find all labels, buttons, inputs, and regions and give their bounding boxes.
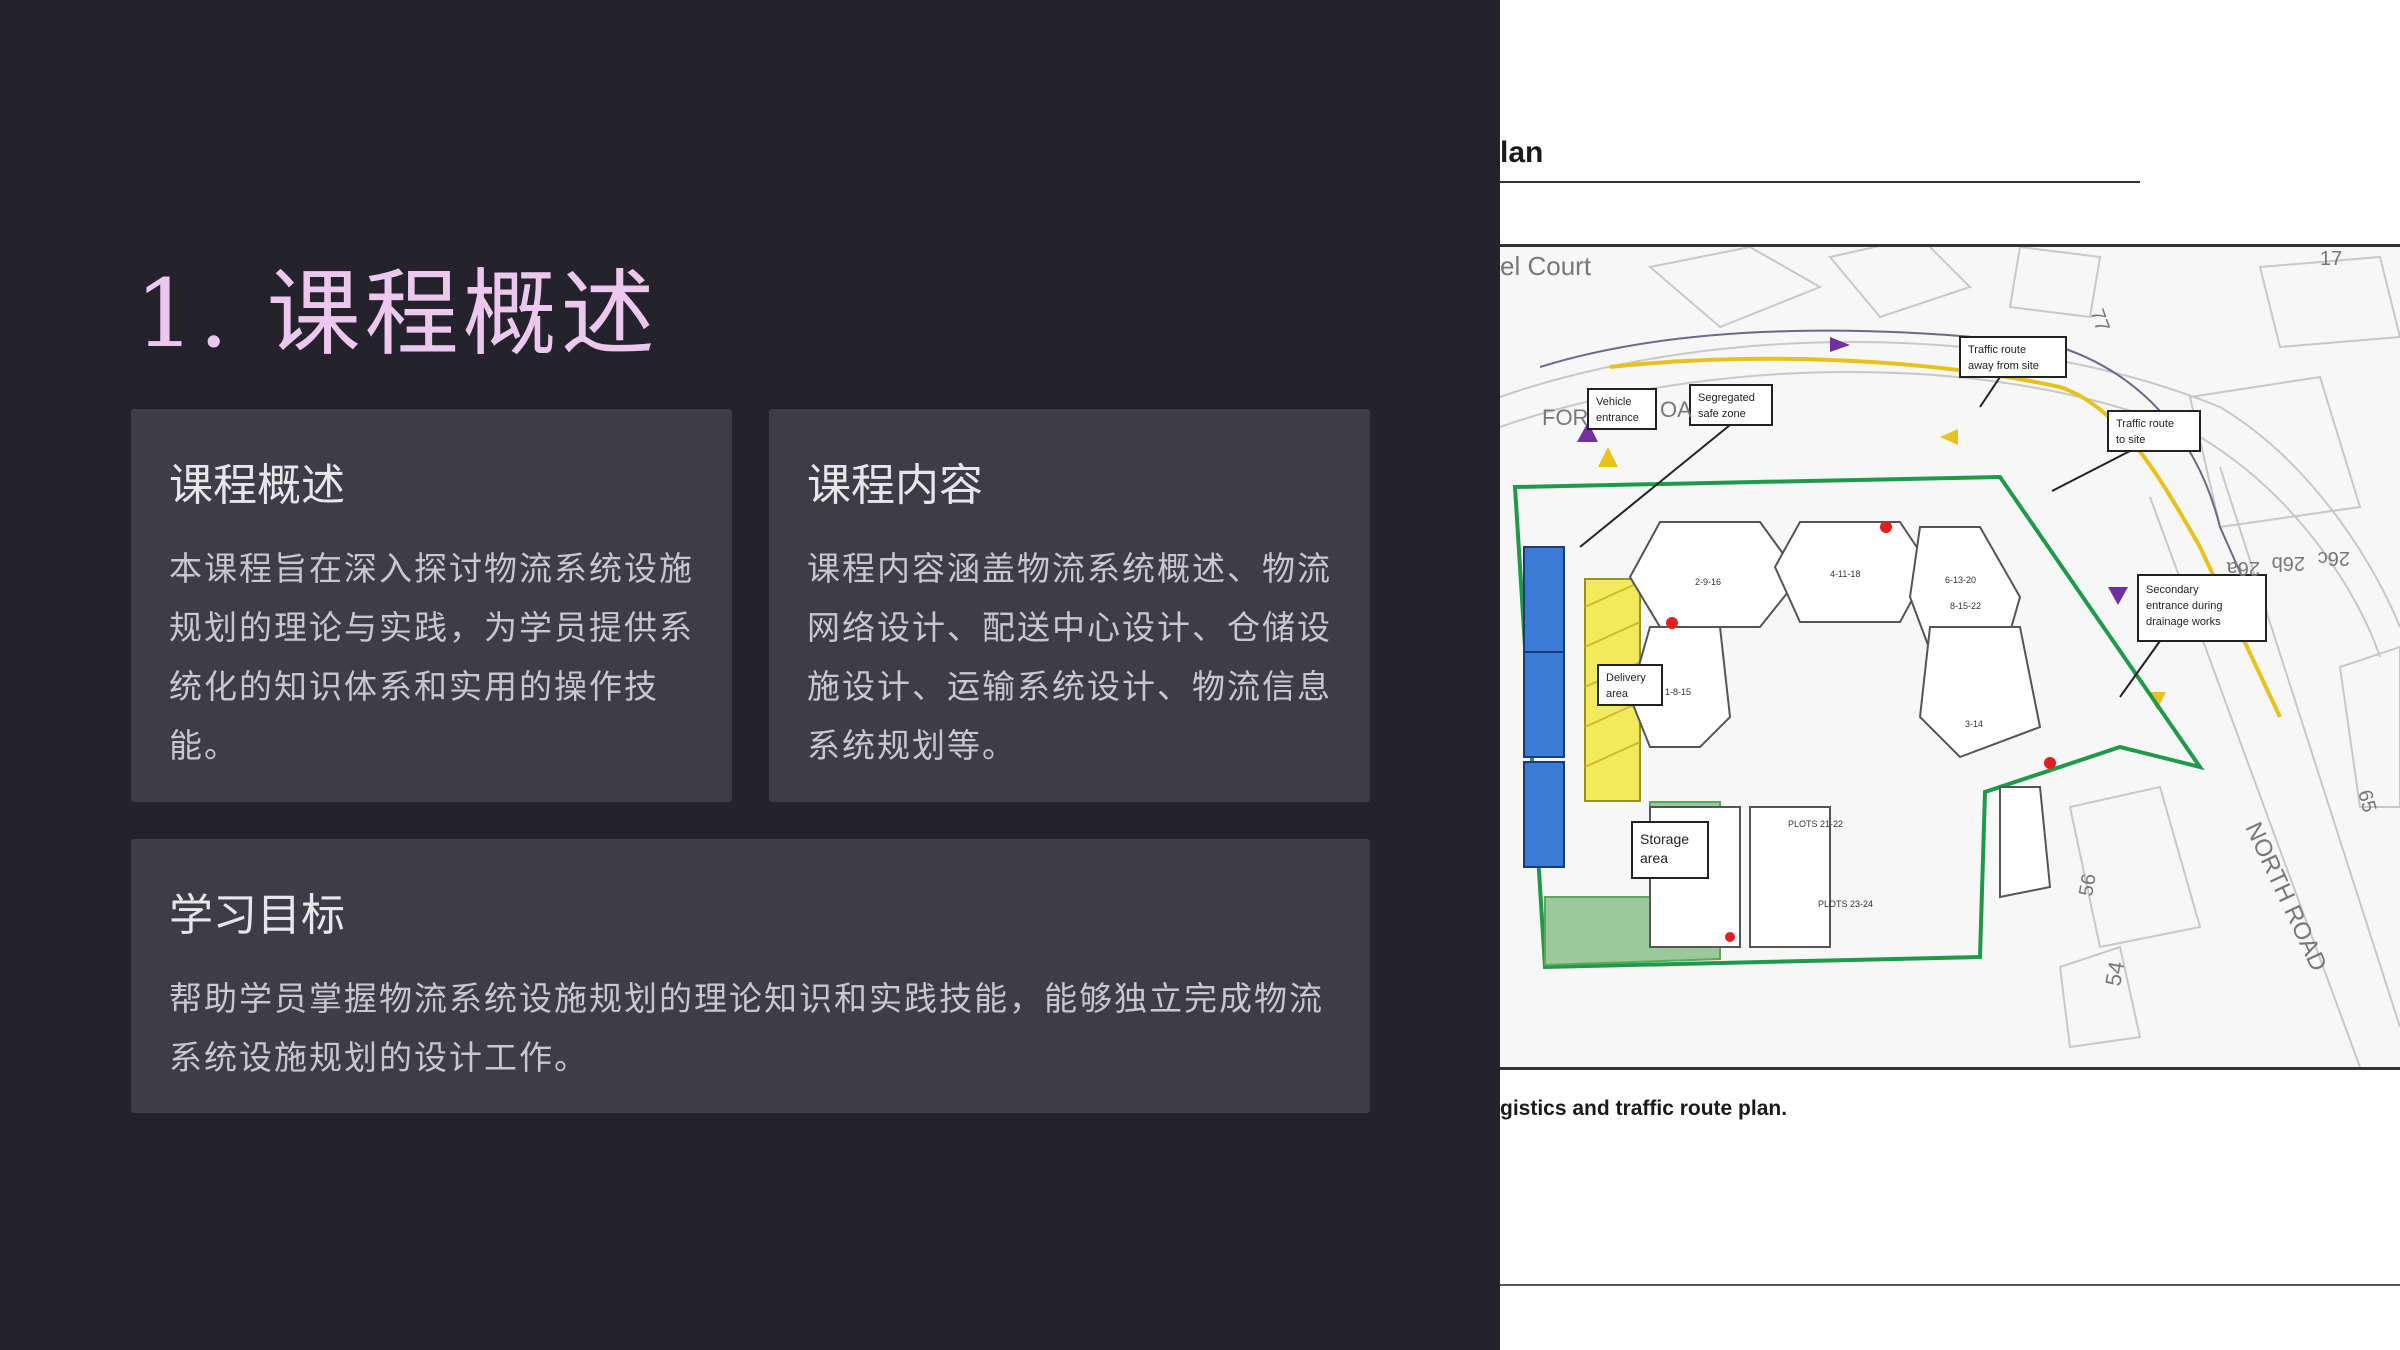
callout-text: entrance (1596, 412, 1639, 424)
callout-text: area (1606, 688, 1629, 700)
callout-vehicle-entrance: Vehicle entrance (1587, 388, 1657, 430)
overview-card-title: 课程概述 (169, 460, 345, 511)
plot-label: 1-8-15 (1665, 687, 1691, 697)
content-card-body: 课程内容涵盖物流系统概述、物流网络设计、配送中心设计、仓储设施设计、运输系统设计… (807, 549, 1332, 765)
road-label-partial: FOR (1542, 405, 1588, 430)
goals-card-title: 学习目标 (169, 890, 345, 941)
callout-secondary-entrance: Secondary entrance during drainage works (2119, 574, 2267, 698)
plot-label: 6-13-20 (1945, 575, 1976, 585)
bottom-divider (1500, 1284, 2400, 1286)
road-label-partial-2: OA (1660, 397, 1692, 422)
plot-label: PLOTS 23-24 (1818, 899, 1873, 909)
house-number-26c: 26c (2318, 547, 2350, 569)
callout-traffic-away: Traffic route away from site (1959, 336, 2067, 408)
slide-title: 1. 课程概述 (135, 260, 659, 369)
plot-number-56: 56 (2075, 872, 2101, 898)
plot-label: 8-15-22 (1950, 601, 1981, 611)
plot-label: 3-14 (1965, 719, 1983, 729)
north-road-label: NORTH ROAD (2240, 818, 2332, 975)
callout-text: Vehicle (1596, 396, 1631, 408)
plot-label: PLOTS 21-22 (1788, 819, 1843, 829)
callout-text: to site (2116, 434, 2145, 446)
vehicle-entry-arrow-icon-2 (1598, 447, 1618, 467)
callout-text: Delivery (1606, 672, 1646, 684)
content-card-title: 课程内容 (807, 460, 983, 511)
goals-card-body: 帮助学员掌握物流系统设施规划的理论知识和实践技能，能够独立完成物流系统设施规划的… (169, 979, 1324, 1077)
traffic-to-arrow-icon (1940, 429, 1958, 445)
plot-number-77: 77 (2085, 306, 2113, 334)
plot-label: 2-9-16 (1695, 577, 1721, 587)
heading-underline (1500, 181, 2140, 183)
parking-bay (1523, 761, 1565, 868)
site-plan-drawing: 2-9-16 4-11-18 6-13-20 8-15-22 1-8-15 3-… (1500, 235, 2400, 1068)
document-heading: lan (1500, 136, 1544, 169)
goals-card: 学习目标 帮助学员掌握物流系统设施规划的理论知识和实践技能，能够独立完成物流系统… (131, 839, 1370, 1113)
callout-storage-area: Storage area (1631, 821, 1709, 879)
plot-label: 4-11-18 (1830, 569, 1860, 579)
parking-bay (1523, 651, 1565, 758)
callout-text: Secondary (2146, 584, 2199, 596)
callout-delivery-area: Delivery area (1597, 664, 1663, 706)
site-plan-map: 2-9-16 4-11-18 6-13-20 8-15-22 1-8-15 3-… (1500, 235, 2400, 1070)
figure-caption: gistics and traffic route plan. (1500, 1097, 1788, 1120)
overview-card-body: 本课程旨在深入探讨物流系统设施规划的理论与实践，为学员提供系统化的知识体系和实用… (169, 549, 694, 765)
callout-text: away from site (1968, 360, 2039, 372)
slide-left-panel: 1. 课程概述 课程概述 本课程旨在深入探讨物流系统设施规划的理论与实践，为学员… (0, 0, 1500, 1350)
traffic-away-arrow-icon (1830, 337, 1850, 352)
callout-text: Traffic route (2116, 418, 2174, 430)
callout-text: area (1640, 850, 1668, 866)
callout-text: Segregated (1698, 392, 1755, 404)
court-label: el Court (1500, 251, 1592, 281)
callout-traffic-to: Traffic route to site (2051, 410, 2201, 492)
traffic-away-arrow-icon-2 (2108, 587, 2128, 605)
parking-bay (1523, 546, 1565, 663)
callout-text: entrance during (2146, 600, 2222, 612)
house-number-26b: 26b (2272, 552, 2305, 574)
house-number-26a: 26a (2226, 557, 2260, 579)
document-image-panel: lan 2-9-16 4-11-18 6-13-20 8-15-22 1-8-1… (1500, 0, 2400, 1350)
plot-number-54: 54 (2100, 959, 2129, 987)
plot-number-65: 65 (2353, 788, 2380, 815)
callout-text: safe zone (1698, 408, 1746, 420)
plot-number-17: 17 (2320, 248, 2342, 270)
callout-text: Storage (1640, 831, 1689, 847)
house-blocks (1628, 521, 2052, 948)
callout-text: Traffic route (1968, 344, 2026, 356)
content-card: 课程内容 课程内容涵盖物流系统概述、物流网络设计、配送中心设计、仓储设施设计、运… (769, 409, 1370, 802)
callout-text: drainage works (2146, 616, 2221, 628)
overview-card: 课程概述 本课程旨在深入探讨物流系统设施规划的理论与实践，为学员提供系统化的知识… (131, 409, 732, 802)
